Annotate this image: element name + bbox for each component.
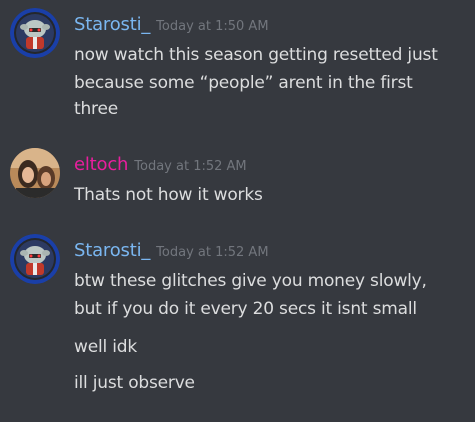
message-text: now watch this season getting resetted j…	[74, 45, 438, 65]
message-text: btw these glitches give you money slowly…	[74, 271, 427, 291]
username[interactable]: eltoch	[74, 154, 128, 175]
chat-messages: Starosti_ Today at 1:50 AM now watch this…	[0, 0, 475, 422]
message-header: Starosti_ Today at 1:50 AM	[74, 14, 269, 35]
message-header: eltoch Today at 1:52 AM	[74, 154, 247, 175]
username[interactable]: Starosti_	[74, 240, 150, 261]
timestamp: Today at 1:52 AM	[156, 245, 269, 260]
message-text: three	[74, 99, 118, 119]
username[interactable]: Starosti_	[74, 14, 150, 35]
photo-avatar-icon[interactable]	[10, 148, 60, 198]
robot-avatar-icon[interactable]	[10, 234, 60, 284]
message-text: Thats not how it works	[74, 185, 263, 205]
message-header: Starosti_ Today at 1:52 AM	[74, 240, 269, 261]
timestamp: Today at 1:50 AM	[156, 19, 269, 34]
message-text: ill just observe	[74, 373, 195, 393]
message-text: well idk	[74, 337, 137, 357]
message-text: because some “people” arent in the first	[74, 73, 413, 93]
message-text: but if you do it every 20 secs it isnt s…	[74, 299, 417, 319]
robot-avatar-icon[interactable]	[10, 8, 60, 58]
timestamp: Today at 1:52 AM	[134, 159, 247, 174]
